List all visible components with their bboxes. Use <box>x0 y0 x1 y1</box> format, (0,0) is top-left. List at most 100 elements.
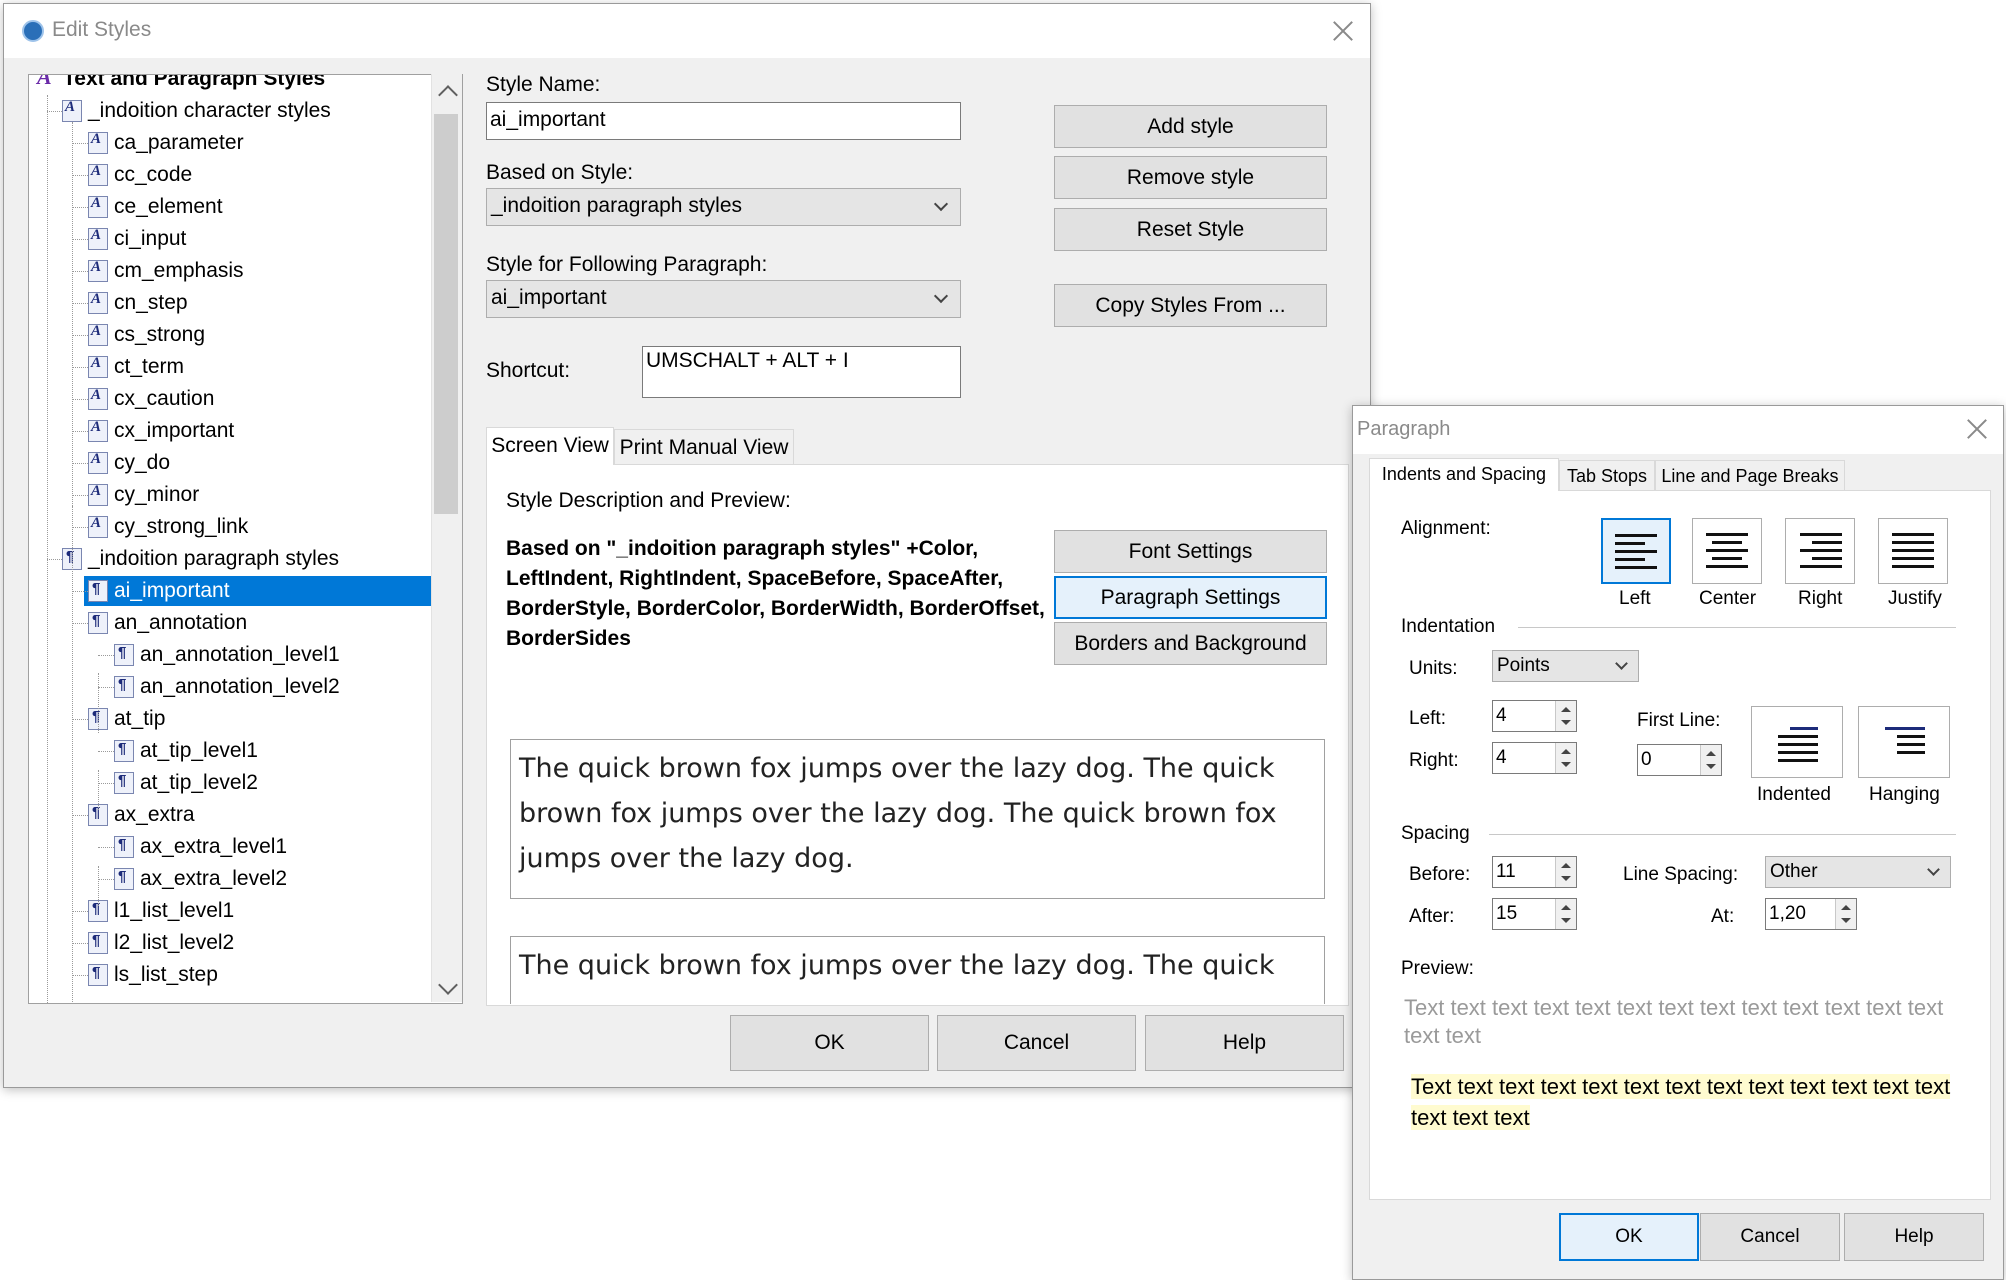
add-style-button[interactable]: Add style <box>1054 105 1327 148</box>
tab-screen-view[interactable]: Screen View <box>486 427 614 465</box>
spinner-buttons[interactable] <box>1835 899 1856 929</box>
tree-item-paragraph-style[interactable]: ax_extra_level2 <box>29 864 429 894</box>
cancel-button[interactable]: Cancel <box>937 1015 1136 1071</box>
tree-item-paragraph-style[interactable]: at_tip_level1 <box>29 736 429 766</box>
spin-down-icon[interactable] <box>1561 918 1571 923</box>
help-button[interactable]: Help <box>1145 1015 1344 1071</box>
tree-item-paragraph-style[interactable]: ax_extra <box>29 800 429 830</box>
tree-scrollbar-thumb[interactable] <box>434 114 458 514</box>
line-spacing-select[interactable]: Other <box>1765 856 1951 888</box>
left-indent-spinner[interactable]: 4 <box>1492 700 1577 732</box>
tree-item-character-style[interactable]: ca_parameter <box>29 128 429 158</box>
align-justify-bar <box>1892 541 1934 544</box>
spin-up-icon[interactable] <box>1561 749 1571 754</box>
spin-down-icon[interactable] <box>1561 876 1571 881</box>
hanging-button[interactable] <box>1858 706 1950 778</box>
tree-item-character-style[interactable]: cx_caution <box>29 384 429 414</box>
spin-up-icon[interactable] <box>1841 905 1851 910</box>
spinner-buttons[interactable] <box>1555 701 1576 731</box>
spinner-buttons[interactable] <box>1700 745 1721 775</box>
based-on-select[interactable]: _indoition paragraph styles <box>486 188 961 226</box>
spinner-buttons[interactable] <box>1555 857 1576 887</box>
tree-connector <box>98 783 114 784</box>
tree-item-character-style[interactable]: cm_emphasis <box>29 256 429 286</box>
spin-up-icon[interactable] <box>1561 905 1571 910</box>
tree-item-character-style[interactable]: _indoition character styles <box>29 96 429 126</box>
spinner-buttons[interactable] <box>1555 743 1576 773</box>
paragraph-ok-button[interactable]: OK <box>1559 1213 1699 1261</box>
paragraph-style-icon <box>114 772 134 794</box>
spin-up-icon[interactable] <box>1561 863 1571 868</box>
paragraph-dialog: Paragraph Indents and Spacing Tab Stops … <box>1352 405 2004 1280</box>
tree-connector <box>72 431 88 432</box>
close-icon[interactable] <box>1966 418 1988 440</box>
at-spinner[interactable]: 1,20 <box>1765 898 1857 930</box>
line-spacing-label: Line Spacing: <box>1623 864 1739 885</box>
tree-item-paragraph-style[interactable]: l1_list_level1 <box>29 896 429 926</box>
tree-item-character-style[interactable]: ct_term <box>29 352 429 382</box>
tree-item-paragraph-style[interactable]: ai_important <box>84 576 434 606</box>
align-justify-button[interactable] <box>1878 518 1948 584</box>
font-settings-button[interactable]: Font Settings <box>1054 530 1327 573</box>
tree-item-paragraph-style[interactable]: ax_extra_level1 <box>29 832 429 862</box>
before-spinner[interactable]: 11 <box>1492 856 1577 888</box>
right-indent-spinner[interactable]: 4 <box>1492 742 1577 774</box>
tree-item-character-style[interactable]: cy_strong_link <box>29 512 429 542</box>
align-center-button[interactable] <box>1692 518 1762 584</box>
paragraph-cancel-button[interactable]: Cancel <box>1700 1213 1840 1261</box>
tab-line-page-breaks[interactable]: Line and Page Breaks <box>1655 460 1845 490</box>
tree-item-paragraph-style[interactable]: l2_list_level2 <box>29 928 429 958</box>
preview-sample-text: Text text text text text text text text … <box>1411 1071 1951 1133</box>
tree-item-paragraph-style[interactable]: an_annotation <box>29 608 429 638</box>
style-name-field[interactable]: ai_important <box>486 102 961 140</box>
paragraph-style-icon <box>114 676 134 698</box>
tree-item-character-style[interactable]: cx_important <box>29 416 429 446</box>
tree-item-character-style[interactable]: cy_do <box>29 448 429 478</box>
first-line-value: 0 <box>1641 749 1652 770</box>
spin-down-icon[interactable] <box>1561 720 1571 725</box>
style-tree[interactable]: Text and Paragraph Styles _indoition char… <box>28 74 463 1004</box>
spin-down-icon[interactable] <box>1561 762 1571 767</box>
tree-item-character-style[interactable]: cn_step <box>29 288 429 318</box>
after-spinner[interactable]: 15 <box>1492 898 1577 930</box>
following-select[interactable]: ai_important <box>486 280 961 318</box>
tree-item-paragraph-style[interactable]: at_tip <box>29 704 429 734</box>
tree-item-paragraph-style[interactable]: _indoition paragraph styles <box>29 544 429 574</box>
close-icon[interactable] <box>1332 20 1354 42</box>
tree-item-character-style[interactable]: ci_input <box>29 224 429 254</box>
tab-indents-spacing[interactable]: Indents and Spacing <box>1369 458 1559 491</box>
tree-item-paragraph-style[interactable]: an_annotation_level2 <box>29 672 429 702</box>
tree-item-paragraph-style[interactable]: an_annotation_level1 <box>29 640 429 670</box>
spinner-buttons[interactable] <box>1555 899 1576 929</box>
align-right-button[interactable] <box>1785 518 1855 584</box>
first-line-spinner[interactable]: 0 <box>1637 744 1722 776</box>
spin-up-icon[interactable] <box>1561 707 1571 712</box>
paragraph-settings-button[interactable]: Paragraph Settings <box>1054 576 1327 619</box>
tree-item-paragraph-style[interactable]: ls_list_step <box>29 960 429 990</box>
ok-button[interactable]: OK <box>730 1015 929 1071</box>
paragraph-help-button[interactable]: Help <box>1844 1213 1984 1261</box>
tree-item-character-style[interactable]: cc_code <box>29 160 429 190</box>
indented-bar <box>1778 751 1818 754</box>
align-justify-bar <box>1892 557 1934 560</box>
tree-item-character-style[interactable]: cy_minor <box>29 480 429 510</box>
indented-button[interactable] <box>1751 706 1843 778</box>
tree-item-character-style[interactable]: cs_strong <box>29 320 429 350</box>
tree-item-character-style[interactable]: ce_element <box>29 192 429 222</box>
style-description: Based on "_indoition paragraph styles" +… <box>506 537 1045 650</box>
tab-print-manual-view[interactable]: Print Manual View <box>614 429 794 464</box>
spin-down-icon[interactable] <box>1841 918 1851 923</box>
tree-root-item[interactable]: Text and Paragraph Styles <box>29 75 429 94</box>
borders-background-button[interactable]: Borders and Background <box>1054 622 1327 665</box>
align-left-button[interactable] <box>1601 518 1671 584</box>
shortcut-field[interactable]: UMSCHALT + ALT + I <box>642 346 961 398</box>
spin-up-icon[interactable] <box>1706 751 1716 756</box>
remove-style-button[interactable]: Remove style <box>1054 156 1327 199</box>
copy-styles-button[interactable]: Copy Styles From ... <box>1054 284 1327 327</box>
tree-item-paragraph-style[interactable]: at_tip_level2 <box>29 768 429 798</box>
align-left-bar <box>1615 542 1645 545</box>
spin-down-icon[interactable] <box>1706 764 1716 769</box>
units-select[interactable]: Points <box>1492 650 1639 682</box>
reset-style-button[interactable]: Reset Style <box>1054 208 1327 251</box>
tab-tab-stops[interactable]: Tab Stops <box>1559 460 1655 490</box>
